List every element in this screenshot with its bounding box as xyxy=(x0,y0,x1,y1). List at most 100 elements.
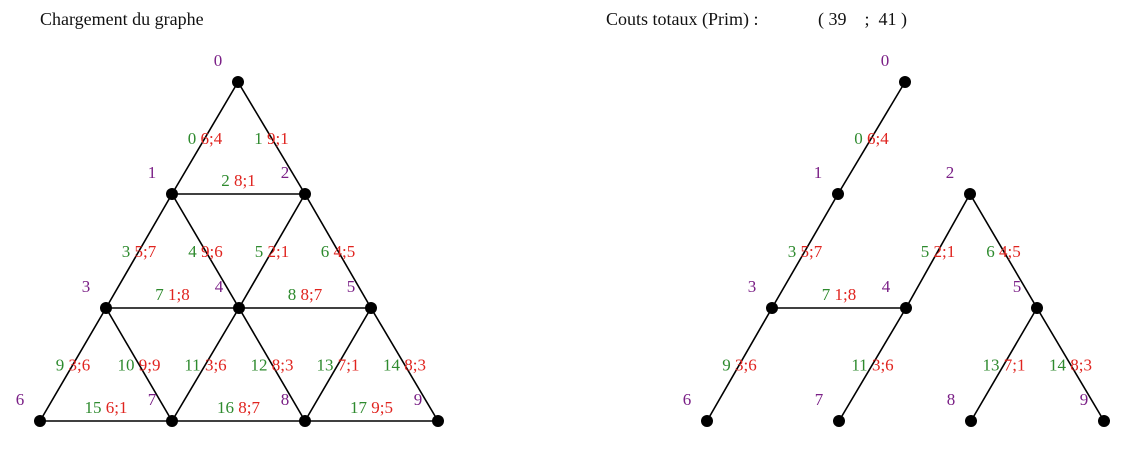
input-node-2 xyxy=(299,188,311,200)
input-node-8 xyxy=(299,415,311,427)
input-node-label-5: 5 xyxy=(347,277,356,296)
edge-cost: 8;3 xyxy=(272,356,294,375)
input-edge-label-17: 17 9;5 xyxy=(350,398,393,417)
edge-cost: 5;7 xyxy=(801,242,823,261)
prim-node-label-1: 1 xyxy=(814,163,823,182)
prim-node-5 xyxy=(1031,302,1043,314)
input-edge-label-5: 5 2;1 xyxy=(255,242,289,261)
prim-node-4 xyxy=(900,302,912,314)
edge-cost: 7;1 xyxy=(338,356,360,375)
edge-cost: 8;3 xyxy=(404,356,426,375)
input-edge-label-6: 6 4;5 xyxy=(321,242,355,261)
prim-node-label-2: 2 xyxy=(946,163,955,182)
edge-index: 16 xyxy=(217,398,238,417)
prim-node-3 xyxy=(766,302,778,314)
input-node-label-4: 4 xyxy=(215,277,224,296)
input-node-1 xyxy=(166,188,178,200)
edge-cost: 8;3 xyxy=(1070,356,1092,375)
prim-edge-label-9: 9 3;6 xyxy=(722,356,756,375)
prim-graph: 0 6;43 5;7 5 2;1 6 4;57 1;89 3;6 11 3;6 13 7… xyxy=(683,51,1110,427)
prim-node-label-4: 4 xyxy=(882,277,891,296)
input-edge-label-9: 9 3;6 xyxy=(56,356,90,375)
edge-index: 15 xyxy=(85,398,106,417)
prim-node-0 xyxy=(899,76,911,88)
input-node-label-9: 9 xyxy=(414,390,423,409)
input-node-9 xyxy=(432,415,444,427)
input-node-label-3: 3 xyxy=(82,277,91,296)
edge-cost: 9;1 xyxy=(267,129,289,148)
edge-cost: 4;5 xyxy=(334,242,356,261)
prim-node-label-6: 6 xyxy=(683,390,692,409)
input-edge-label-15: 15 6;1 xyxy=(85,398,128,417)
edge-cost: 3;6 xyxy=(735,356,757,375)
edge-index: 8 xyxy=(288,285,301,304)
input-node-6 xyxy=(34,415,46,427)
edge-index: 17 xyxy=(350,398,371,417)
input-node-0 xyxy=(232,76,244,88)
edge-index: 4 xyxy=(188,242,201,261)
edge-index: 9 xyxy=(722,356,735,375)
input-graph: 0 6;4 1 9;1 2 8;1 3 5;7 4 9;6 5 2;1 6 4;5 7 1;8… xyxy=(16,51,444,427)
edge-index: 11 xyxy=(184,356,205,375)
edge-cost: 4;5 xyxy=(999,242,1021,261)
edge-index: 0 xyxy=(854,129,867,148)
edge-index: 10 xyxy=(118,356,139,375)
input-edge-label-3: 3 5;7 xyxy=(122,242,157,261)
edge-index: 14 xyxy=(383,356,404,375)
prim-node-label-9: 9 xyxy=(1080,390,1089,409)
input-edge-label-8: 8 8;7 xyxy=(288,285,323,304)
prim-node-6 xyxy=(701,415,713,427)
edge-cost: 3;6 xyxy=(69,356,91,375)
edge-index: 13 xyxy=(317,356,338,375)
edge-index: 7 xyxy=(155,285,168,304)
prim-node-7 xyxy=(833,415,845,427)
input-edge-label-11: 11 3;6 xyxy=(184,356,226,375)
prim-node-label-5: 5 xyxy=(1013,277,1022,296)
input-edge-label-1: 1 9;1 xyxy=(254,129,288,148)
input-edge-label-14: 14 8;3 xyxy=(383,356,426,375)
prim-edge-label-5: 5 2;1 xyxy=(921,242,955,261)
edge-index: 9 xyxy=(56,356,69,375)
edge-cost: 6;1 xyxy=(106,398,128,417)
prim-edge-label-3: 3 5;7 xyxy=(788,242,823,261)
graph-canvas: 0 6;4 1 9;1 2 8;1 3 5;7 4 9;6 5 2;1 6 4;5 7 1;8… xyxy=(16,51,1110,427)
prim-edge-label-11: 11 3;6 xyxy=(851,356,893,375)
input-node-label-1: 1 xyxy=(148,163,157,182)
input-edge-label-12: 12 8;3 xyxy=(251,356,294,375)
input-node-label-2: 2 xyxy=(281,163,290,182)
input-edge-label-2: 2 8;1 xyxy=(221,171,255,190)
prim-node-8 xyxy=(965,415,977,427)
input-edge-label-16: 16 8;7 xyxy=(217,398,260,417)
edge-index: 11 xyxy=(851,356,872,375)
input-node-label-0: 0 xyxy=(214,51,223,70)
edge-index: 7 xyxy=(822,285,835,304)
input-node-7 xyxy=(166,415,178,427)
edge-cost: 6;4 xyxy=(201,129,223,148)
edge-cost: 1;8 xyxy=(835,285,857,304)
input-edge-label-13: 13 7;1 xyxy=(317,356,360,375)
edge-cost: 5;7 xyxy=(135,242,157,261)
input-edge-label-4: 4 9;6 xyxy=(188,242,222,261)
edge-cost: 3;6 xyxy=(872,356,894,375)
edge-index: 5 xyxy=(921,242,934,261)
edge-cost: 2;1 xyxy=(934,242,956,261)
edge-cost: 7;1 xyxy=(1004,356,1026,375)
prim-node-label-3: 3 xyxy=(748,277,757,296)
prim-edge-label-6: 6 4;5 xyxy=(986,242,1020,261)
edge-index: 3 xyxy=(788,242,801,261)
input-edge-label-10: 10 9;9 xyxy=(118,356,161,375)
prim-edge-label-0: 0 6;4 xyxy=(854,129,889,148)
edge-cost: 3;6 xyxy=(205,356,227,375)
prim-node-label-0: 0 xyxy=(881,51,890,70)
edge-index: 1 xyxy=(254,129,267,148)
prim-node-2 xyxy=(964,188,976,200)
input-node-label-8: 8 xyxy=(281,390,290,409)
edge-index: 14 xyxy=(1049,356,1070,375)
edge-cost: 9;9 xyxy=(139,356,161,375)
prim-edge-label-7: 7 1;8 xyxy=(822,285,856,304)
edge-cost: 2;1 xyxy=(268,242,290,261)
edge-cost: 6;4 xyxy=(867,129,889,148)
edge-cost: 1;8 xyxy=(168,285,190,304)
edge-cost: 8;1 xyxy=(234,171,256,190)
prim-node-label-8: 8 xyxy=(947,390,956,409)
